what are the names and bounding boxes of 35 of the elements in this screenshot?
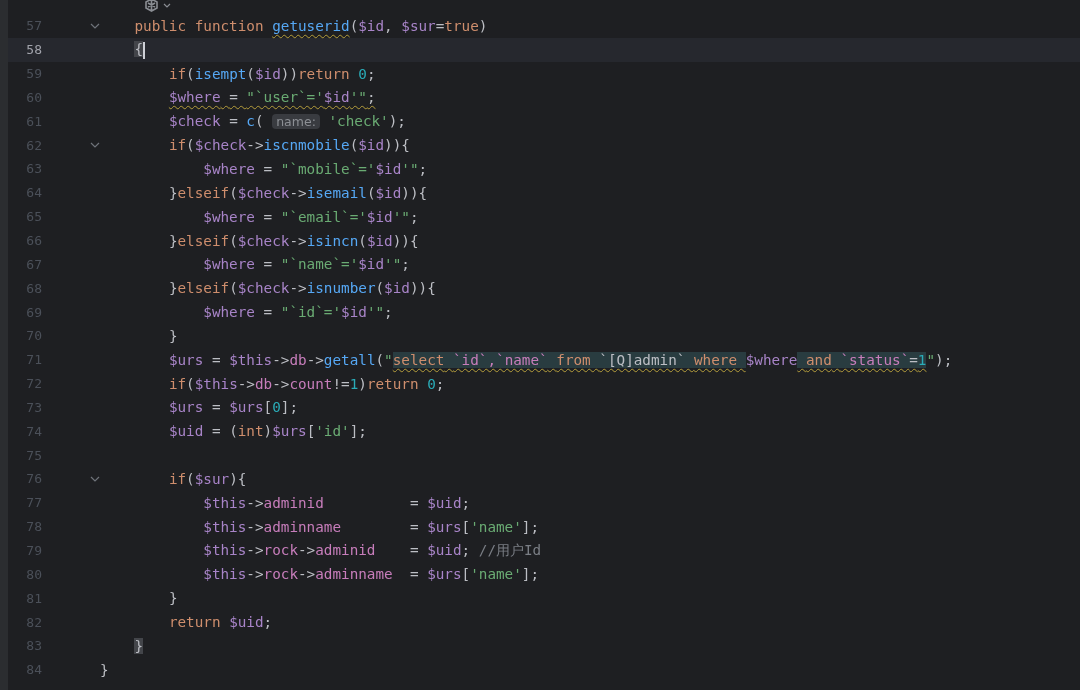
code-text: $where = "`id`='$id'";: [202, 304, 393, 321]
code-text: }: [100, 661, 109, 678]
code-text: 'check');: [327, 113, 406, 130]
code-text: $where = "`mobile`='$id'";: [202, 161, 428, 177]
fold-chevron-icon[interactable]: [90, 22, 100, 29]
fold-chevron-icon[interactable]: [90, 475, 100, 482]
code-text: if(isempt($id))return 0;: [167, 65, 376, 82]
code-text: $where = "`name`='$id'";: [202, 256, 410, 273]
code-text: $uid = (int)$urs['id'];: [167, 423, 367, 440]
code-text: $where = "`user`='$id'";: [167, 89, 376, 106]
chevron-down-icon[interactable]: [163, 2, 171, 8]
code-text: public function getuserid($id, $sur=true): [133, 17, 488, 34]
code-text: $check = c(: [167, 113, 265, 130]
parameter-hint: name:: [272, 113, 320, 129]
code-text: $this->rock->adminid = $uid; //用户Id: [202, 541, 542, 560]
code-text: $urs = $urs[0];: [167, 399, 298, 416]
code-text: if($sur){: [167, 470, 247, 487]
code-text: }elseif($check->isincn($id)){: [167, 232, 419, 249]
code-text: $where = "`email`='$id'";: [202, 208, 419, 225]
code-text: }: [133, 637, 144, 654]
code-text: $this->adminid = $uid;: [202, 494, 471, 511]
code-text: }elseif($check->isemail($id)){: [167, 184, 428, 201]
fold-chevron-icon[interactable]: [90, 142, 100, 149]
code-text: }elseif($check->isnumber($id)){: [167, 280, 436, 297]
code-text: $this->rock->adminname = $urs['name'];: [202, 566, 540, 583]
code-text: if($check->iscnmobile($id)){: [167, 137, 410, 154]
line-number: 58: [25, 42, 42, 58]
code-text: {: [133, 41, 146, 59]
code-text: }: [167, 327, 178, 344]
code-text: $this->adminname = $urs['name'];: [202, 518, 540, 535]
ai-assistant-icon[interactable]: [144, 0, 159, 12]
code-text: }: [167, 590, 178, 607]
code-text: $urs = $this->db->getall("select `id`,`name` from `[Q]admin` where $where and `status`=1");: [167, 351, 953, 368]
code-text: if($this->db->count!=1)return 0;: [167, 375, 445, 392]
code-text: return $uid;: [167, 614, 273, 630]
